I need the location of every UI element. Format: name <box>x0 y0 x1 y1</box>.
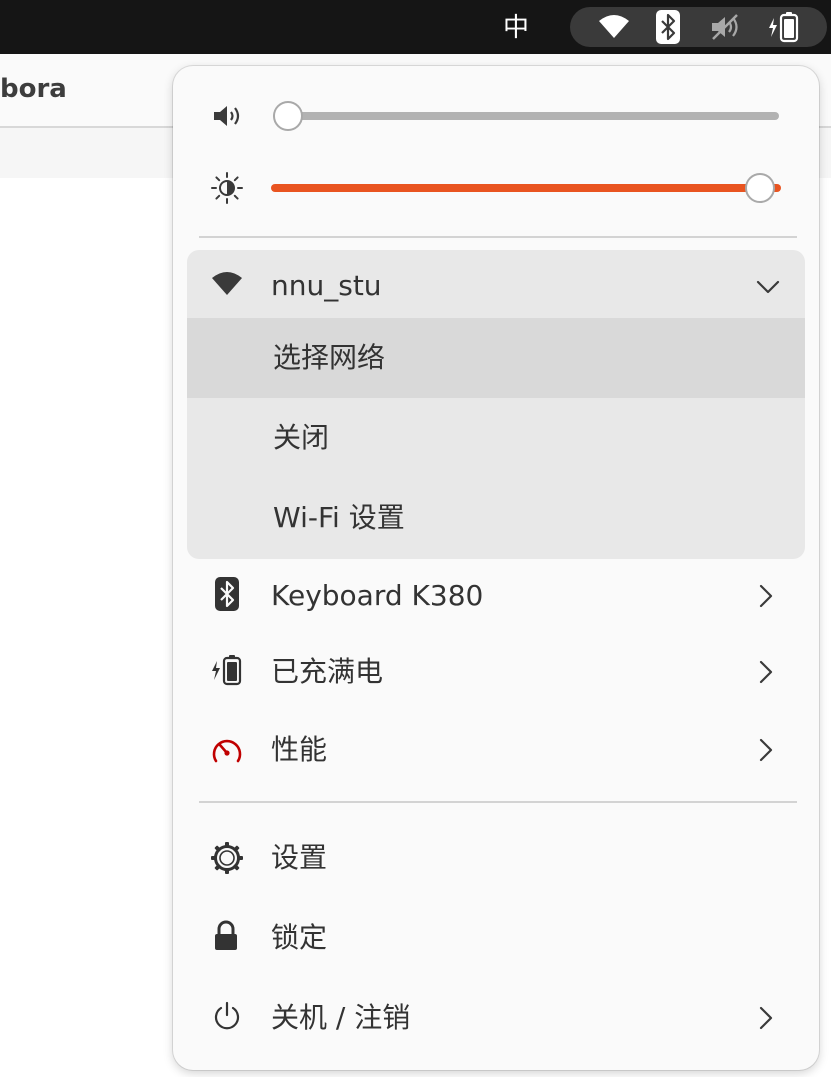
wifi-network-name: nnu_stu <box>271 269 382 302</box>
top-bar: 中 <box>0 0 831 54</box>
power-icon <box>209 998 245 1034</box>
volume-slider-knob[interactable] <box>273 101 303 131</box>
settings-button[interactable]: 设置 <box>187 824 805 892</box>
wifi-icon <box>209 268 245 300</box>
chevron-right-icon <box>752 582 780 610</box>
wifi-section: nnu_stu 选择网络 关闭 Wi-Fi 设置 <box>187 250 805 559</box>
volume-slider[interactable] <box>271 100 781 132</box>
wifi-menu-item-label: Wi-Fi 设置 <box>273 501 405 534</box>
brightness-icon <box>209 170 245 206</box>
power-off-logout-button[interactable]: 关机 / 注销 <box>187 984 805 1052</box>
wifi-toggle-row[interactable]: nnu_stu <box>187 250 805 318</box>
lock-icon <box>211 918 241 954</box>
wifi-menu-item-label: 选择网络 <box>273 341 386 374</box>
system-indicators[interactable] <box>570 7 827 47</box>
bluetooth-icon <box>213 576 241 612</box>
wifi-menu-item-turn-off[interactable]: 关闭 <box>187 398 805 478</box>
lock-button[interactable]: 锁定 <box>187 904 805 972</box>
wifi-menu-item-select-network[interactable]: 选择网络 <box>187 318 805 398</box>
speaker-muted-icon <box>708 7 744 47</box>
power-off-logout-label: 关机 / 注销 <box>271 1001 411 1034</box>
chevron-right-icon <box>752 736 780 764</box>
wifi-menu-item-label: 关闭 <box>273 421 330 454</box>
input-method-indicator[interactable]: 中 <box>498 10 534 46</box>
battery-status-label: 已充满电 <box>271 655 384 688</box>
separator <box>199 236 797 238</box>
bluetooth-icon <box>654 7 682 47</box>
power-mode-label: 性能 <box>271 733 328 766</box>
battery-charging-icon <box>764 7 804 47</box>
battery-charging-icon <box>209 652 245 688</box>
chevron-right-icon <box>752 1004 780 1032</box>
chevron-down-icon[interactable] <box>754 273 782 301</box>
performance-icon <box>209 732 245 768</box>
bluetooth-row[interactable]: Keyboard K380 <box>187 562 805 630</box>
brightness-slider-knob[interactable] <box>745 173 775 203</box>
quick-settings-menu: nnu_stu 选择网络 关闭 Wi-Fi 设置 Keyboard K380 已… <box>173 66 819 1070</box>
wifi-icon <box>594 7 634 47</box>
lock-label: 锁定 <box>271 921 328 954</box>
separator <box>199 801 797 803</box>
wifi-menu-item-settings[interactable]: Wi-Fi 设置 <box>187 478 805 558</box>
speaker-icon <box>209 98 245 134</box>
background-window-title: bora <box>0 74 67 104</box>
battery-row[interactable]: 已充满电 <box>187 638 805 706</box>
brightness-slider[interactable] <box>271 172 781 204</box>
bluetooth-device-label: Keyboard K380 <box>271 579 484 612</box>
performance-row[interactable]: 性能 <box>187 716 805 784</box>
chevron-right-icon <box>752 658 780 686</box>
gear-icon <box>209 840 245 876</box>
settings-label: 设置 <box>271 841 328 874</box>
